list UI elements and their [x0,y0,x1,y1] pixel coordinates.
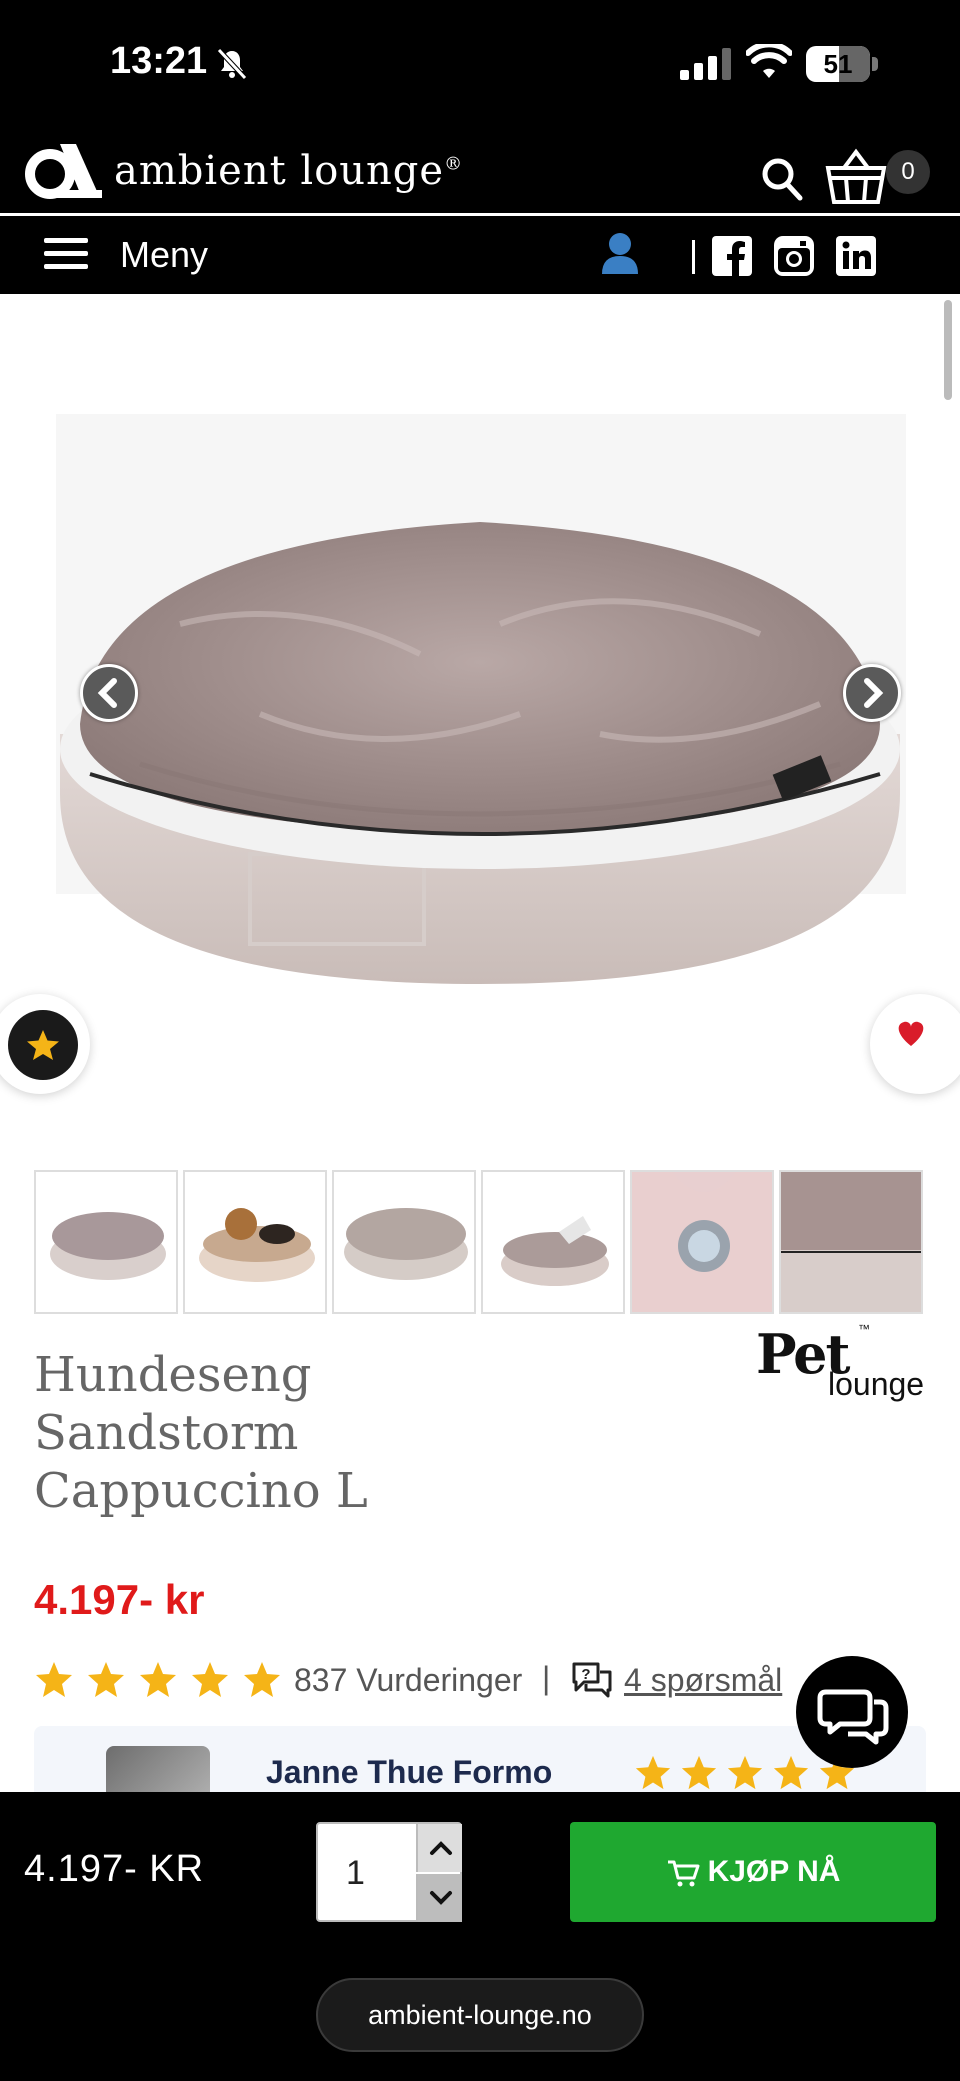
purchase-bar: 4.197- KR 1 KJØP NÅ ambient-lounge.no [0,1792,960,2081]
pet-lounge-brand-logo: Pet ™ lounge [756,1322,932,1404]
quantity-increase-button[interactable] [416,1824,462,1872]
thumbnail-image [50,1212,166,1280]
quantity-stepper[interactable]: 1 [316,1822,462,1922]
product-title-line: Cappuccino L [34,1463,368,1519]
chat-icon [817,1689,889,1745]
bell-muted-icon [217,48,247,80]
battery-percentage: 51 [823,49,853,79]
hamburger-menu-icon[interactable] [44,238,88,270]
thumbnail-image [344,1208,468,1280]
chevron-right-icon [864,678,884,708]
questions-icon[interactable]: ? [570,1660,614,1700]
status-time: 13:21 [110,40,208,82]
chevron-left-icon [97,678,117,708]
carousel-next-button[interactable] [843,664,901,722]
rating-separator: | [542,1660,551,1696]
status-bar: 13:21 51 [0,0,960,130]
thumbnail-3[interactable] [332,1170,476,1314]
chevron-down-icon [430,1891,452,1905]
review-count[interactable]: 837 Vurderinger [294,1662,522,1699]
nav-separator [692,240,695,274]
heart-icon [898,1021,924,1046]
ambient-lounge-logo-icon[interactable] [20,138,106,204]
thumbnail-4[interactable] [481,1170,625,1314]
shopping-basket-icon[interactable] [824,148,888,206]
menu-label[interactable]: Meny [120,234,208,276]
cellular-signal-icon [680,48,731,80]
rating-row: 837 Vurderinger | ? 4 spørsmål [34,1656,794,1706]
thumbnail-image [632,1172,772,1312]
star-icon [88,1662,124,1697]
logo-wordmark: ambient lounge [114,148,445,194]
battery-indicator: 51 [806,46,878,82]
reviewer-name: Janne Thue Formo [266,1754,553,1790]
buy-now-label: KJØP NÅ [707,1855,841,1888]
dog-bed-product-image [56,414,906,984]
star-icon [27,1030,59,1060]
thumbnail-strip [34,1170,924,1314]
star-icon [192,1662,228,1697]
user-account-icon[interactable] [598,232,642,274]
star-icon [244,1662,280,1697]
star-icon [681,1755,717,1790]
thumbnail-2[interactable] [183,1170,327,1314]
product-page: 13:21 51 ambient lounge® 0 Meny Hundesen… [0,0,960,2081]
star-icon [140,1662,176,1697]
product-title-line: Hundeseng [34,1347,312,1403]
browser-url-bar[interactable]: ambient-lounge.no [316,1978,644,2052]
nav-bar: Meny [0,216,960,294]
scrollbar-thumb[interactable] [944,300,952,400]
chevron-up-icon [430,1841,452,1855]
cart-icon [667,1860,700,1887]
star-icon [635,1755,671,1790]
thumbnail-image [199,1208,315,1282]
instagram-icon[interactable] [774,236,814,276]
quantity-decrease-button[interactable] [416,1874,462,1922]
quantity-input[interactable]: 1 [346,1854,365,1893]
site-header: ambient lounge® 0 [0,130,960,214]
product-title: Hundeseng Sandstorm Cappuccino L [34,1346,554,1520]
product-title-line: Sandstorm [34,1405,299,1461]
product-price: 4.197- kr [34,1576,205,1623]
cart-count-badge[interactable]: 0 [886,150,930,194]
thumbnail-6[interactable] [779,1170,923,1314]
star-icon [727,1755,763,1790]
registered-mark: ® [444,153,464,175]
logo-text[interactable]: ambient lounge® [114,148,463,194]
buy-bar-price: 4.197- KR [24,1848,205,1890]
reviews-star-button[interactable] [0,994,90,1094]
chat-button[interactable] [796,1656,908,1768]
carousel-prev-button[interactable] [80,664,138,722]
wishlist-button[interactable] [870,994,960,1094]
thumbnail-1[interactable] [34,1170,178,1314]
thumbnail-image [501,1216,609,1286]
facebook-icon[interactable] [712,236,752,276]
svg-text:?: ? [581,1666,590,1683]
linkedin-icon[interactable] [836,236,876,276]
questions-link[interactable]: 4 spørsmål [624,1662,782,1699]
brand-logo-tm: ™ [858,1322,870,1336]
thumbnail-5[interactable] [630,1170,774,1314]
wifi-icon [746,44,792,78]
star-icon [36,1662,72,1697]
search-icon[interactable] [760,156,804,202]
thumbnail-image [781,1172,921,1312]
buy-now-button[interactable]: KJØP NÅ [570,1822,936,1922]
product-image-carousel[interactable] [0,294,960,1144]
brand-logo-bottom: lounge [828,1366,925,1402]
